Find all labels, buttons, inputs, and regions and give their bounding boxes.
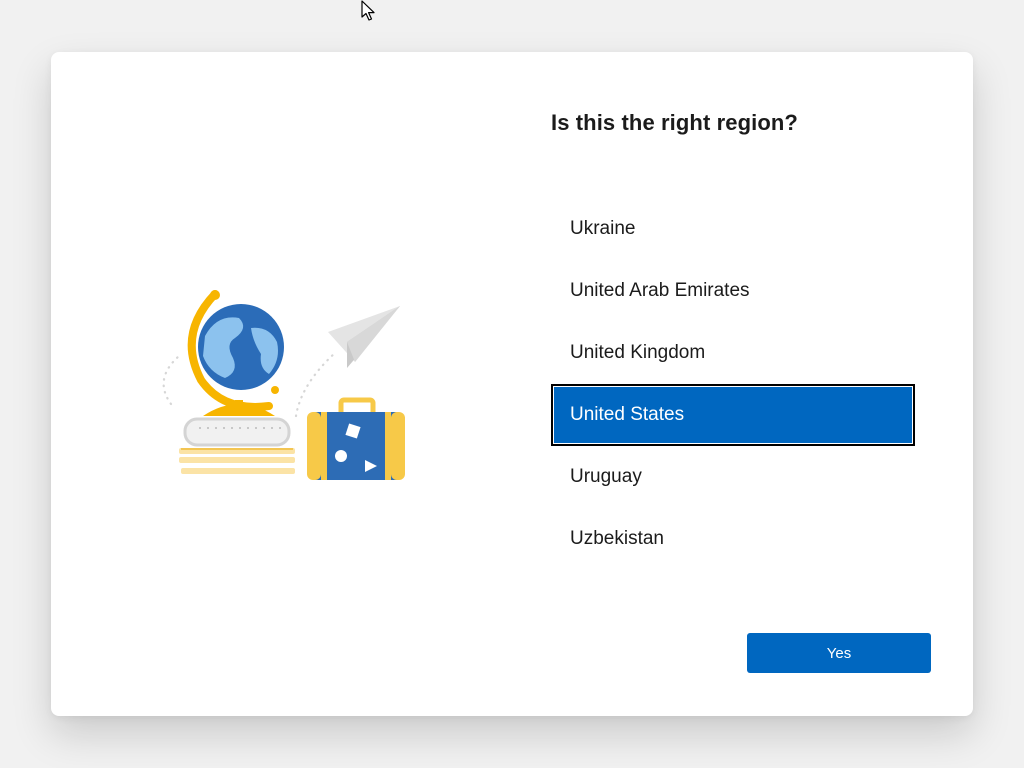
region-option-uzbekistan[interactable]: Uzbekistan — [551, 508, 915, 570]
globe-books-suitcase-paper-plane-illustration — [162, 290, 405, 480]
region-dialog-card: Is this the right region? Ukraine United… — [51, 52, 973, 716]
region-option-uruguay[interactable]: Uruguay — [551, 446, 915, 508]
region-list[interactable]: Ukraine United Arab Emirates United King… — [551, 198, 915, 570]
region-option-ukraine[interactable]: Ukraine — [551, 198, 915, 260]
region-option-united-states-selected[interactable]: United States — [551, 384, 915, 446]
desktop-background: Is this the right region? Ukraine United… — [0, 0, 1024, 768]
mouse-pointer-icon — [361, 0, 375, 21]
region-option-united-arab-emirates[interactable]: United Arab Emirates — [551, 260, 915, 322]
yes-button[interactable]: Yes — [747, 633, 931, 673]
region-option-united-kingdom[interactable]: United Kingdom — [551, 322, 915, 384]
page-title: Is this the right region? — [551, 110, 798, 135]
